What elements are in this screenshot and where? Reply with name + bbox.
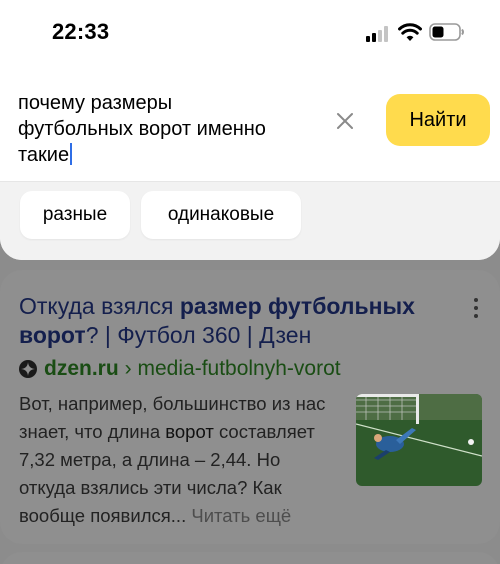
search-input[interactable]: почему размеры футбольных ворот именно т…: [18, 90, 318, 168]
result-title[interactable]: Откуда взялся размер футбольных ворот? |…: [19, 292, 459, 350]
status-bar: 22:33: [0, 0, 500, 66]
result-source[interactable]: dzen.ru › media-futbolnyh-vorot: [19, 356, 341, 382]
text-caret: [70, 143, 73, 165]
query-line: такие: [18, 144, 70, 166]
suggestion-chip[interactable]: одинаковые: [141, 191, 301, 239]
wifi-icon: [398, 23, 422, 41]
read-more-link[interactable]: Читать ещё: [191, 505, 291, 526]
search-bar: почему размеры футбольных ворот именно т…: [0, 80, 500, 170]
result-domain: dzen.ru: [44, 357, 119, 380]
search-sheet: 22:33 почему размеры футбольных ворот им…: [0, 0, 500, 260]
search-result-card[interactable]: Откуда взялся размер футбольных ворот? |…: [0, 270, 500, 544]
search-result-body: Откуда взялся размер футбольных ворот? |…: [0, 270, 500, 544]
status-time: 22:33: [52, 19, 110, 44]
result-path: › media-futbolnyh-vorot: [124, 357, 341, 380]
more-options-icon[interactable]: [470, 298, 482, 322]
clear-icon[interactable]: [334, 110, 356, 132]
dzen-logo-icon: [19, 360, 37, 378]
suggestion-chip[interactable]: разные: [20, 191, 130, 239]
battery-icon: [429, 23, 464, 41]
query-line: футбольных ворот именно: [18, 118, 266, 140]
next-result-card: [0, 552, 500, 564]
search-button[interactable]: Найти: [386, 94, 490, 146]
result-snippet: Вот, например, большинство из нас знает,…: [19, 393, 326, 526]
cellular-signal-icon: [366, 26, 392, 42]
query-line: почему размеры: [18, 92, 173, 114]
result-thumbnail[interactable]: [356, 394, 482, 486]
suggestion-chips: разные одинаковые: [0, 182, 500, 260]
